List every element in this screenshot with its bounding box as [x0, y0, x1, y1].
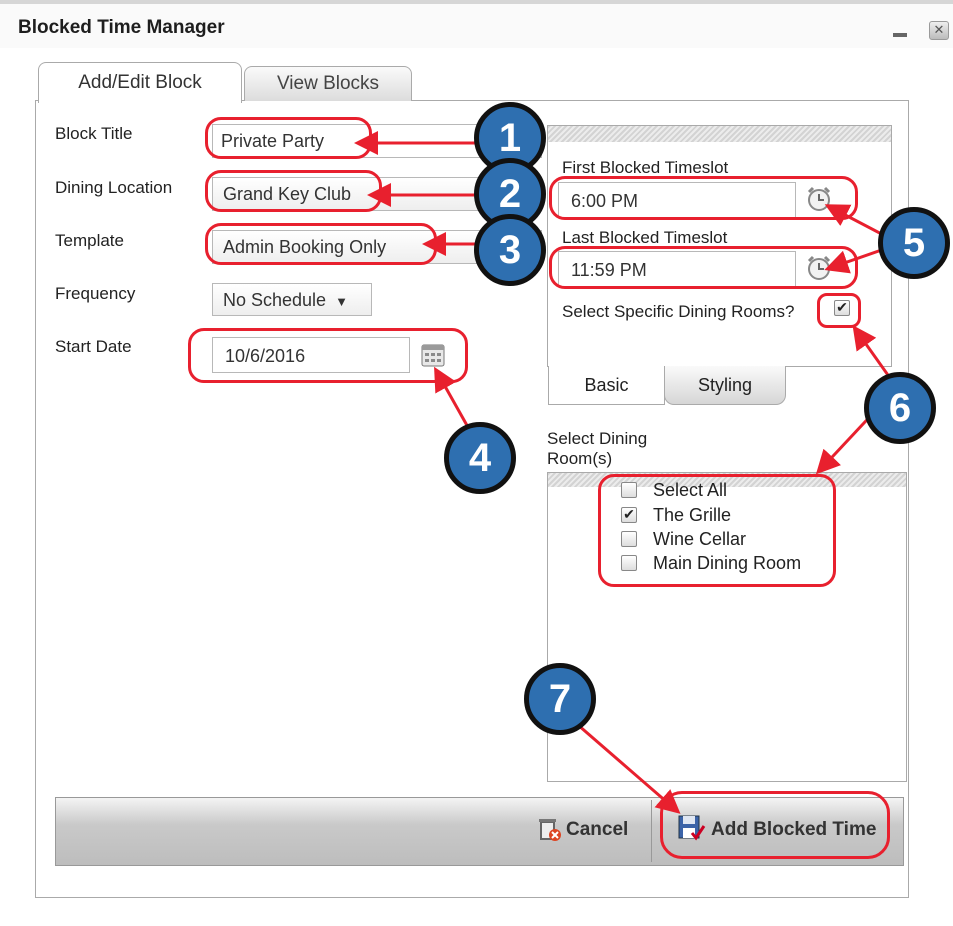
callout-badge: 5 — [878, 207, 950, 279]
callout-badge: 4 — [444, 422, 516, 494]
callout-badge: 7 — [524, 663, 596, 735]
callout-badge: 3 — [474, 214, 546, 286]
callout-badge: 6 — [864, 372, 936, 444]
